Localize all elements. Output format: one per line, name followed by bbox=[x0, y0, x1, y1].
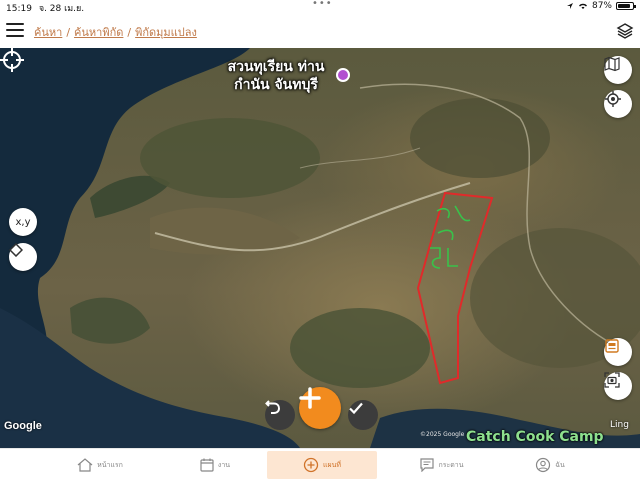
check-icon bbox=[349, 402, 363, 415]
nav-home-label: หน้าแรก bbox=[97, 460, 123, 469]
nav-map[interactable]: แผนที่ bbox=[267, 451, 377, 479]
breadcrumb-separator: / bbox=[127, 26, 132, 39]
breadcrumb: ค้นหา / ค้นหาพิกัด / พิกัดมุมแปลง bbox=[34, 23, 197, 41]
compass-button[interactable] bbox=[9, 243, 37, 271]
crosshair-location-icon bbox=[605, 91, 621, 107]
breadcrumb-separator: / bbox=[66, 26, 71, 39]
status-time: 15:19 bbox=[6, 4, 32, 14]
nav-board-label: กระดาน bbox=[438, 460, 464, 469]
coordinate-input-button[interactable]: x,y bbox=[9, 208, 37, 236]
status-bar: 15:19 จ. 28 เม.ย. ••• 87% bbox=[0, 0, 640, 14]
google-logo: Google bbox=[4, 420, 42, 432]
nav-tasks[interactable]: งาน bbox=[190, 451, 240, 479]
calendar-icon bbox=[200, 458, 214, 472]
place-label: สวนทุเรียน ท่าน กำนัน จันทบุรี bbox=[216, 58, 336, 94]
nav-me-label: ฉัน bbox=[555, 460, 565, 469]
place-pin-icon[interactable] bbox=[336, 68, 350, 82]
bottom-navigation: หน้าแรก งาน แผนที่ กระดาน ฉัน bbox=[0, 448, 640, 480]
poi-label-partial: Ling bbox=[610, 420, 629, 430]
undo-button[interactable] bbox=[265, 400, 295, 430]
breadcrumb-search-coordinates[interactable]: ค้นหาพิกัด bbox=[74, 26, 123, 39]
status-date: จ. 28 เม.ย. bbox=[38, 4, 85, 14]
battery-level bbox=[618, 4, 630, 8]
nav-me[interactable]: ฉัน bbox=[530, 451, 570, 479]
home-icon bbox=[77, 458, 93, 472]
top-bar: ค้นหา / ค้นหาพิกัด / พิกัดมุมแปลง bbox=[0, 14, 640, 48]
nav-home[interactable]: หน้าแรก bbox=[70, 451, 130, 479]
place-label-line1: สวนทุเรียน ท่าน bbox=[227, 59, 325, 75]
nav-tasks-label: งาน bbox=[217, 460, 231, 469]
plus-circle-icon bbox=[303, 457, 319, 473]
undo-icon bbox=[265, 400, 281, 414]
hamburger-menu-icon[interactable] bbox=[6, 23, 24, 39]
nav-board[interactable]: กระดาน bbox=[412, 451, 472, 479]
place-label-line2: กำนัน จันทบุรี bbox=[234, 77, 318, 93]
my-location-button[interactable] bbox=[604, 90, 632, 118]
battery-percent: 87% bbox=[591, 1, 612, 11]
multitask-dots[interactable]: ••• bbox=[312, 0, 333, 9]
wifi-icon bbox=[578, 3, 587, 9]
map-center-crosshair-icon bbox=[0, 48, 24, 72]
layers-icon[interactable] bbox=[616, 22, 634, 40]
confirm-button[interactable] bbox=[348, 400, 378, 430]
location-icon bbox=[566, 3, 573, 9]
plus-icon bbox=[299, 387, 321, 409]
status-indicators: 87% bbox=[566, 1, 636, 11]
map-copyright: ©2025 Google bbox=[420, 431, 465, 438]
breadcrumb-search[interactable]: ค้นหา bbox=[34, 26, 62, 39]
app-window: 15:19 จ. 28 เม.ย. ••• 87% ค้นหา / ค้นหาพิก… bbox=[0, 0, 640, 480]
camera-frame-icon bbox=[604, 372, 620, 388]
message-icon bbox=[420, 458, 435, 472]
battery-icon bbox=[616, 2, 636, 10]
add-point-button[interactable] bbox=[299, 387, 341, 429]
screenshot-button[interactable] bbox=[604, 372, 632, 400]
status-time-date: 15:19 จ. 28 เม.ย. bbox=[6, 1, 88, 15]
breadcrumb-corner-coordinates[interactable]: พิกัดมุมแปลง bbox=[135, 26, 197, 39]
user-icon bbox=[536, 457, 551, 473]
map-icon bbox=[604, 56, 620, 72]
poi-label: Catch Cook Camp bbox=[466, 429, 604, 445]
map-type-button[interactable] bbox=[604, 56, 632, 84]
diamond-icon bbox=[9, 243, 23, 257]
document-card-icon bbox=[605, 339, 619, 353]
nav-map-label: แผนที่ bbox=[322, 460, 341, 469]
parcel-card-button[interactable] bbox=[604, 338, 632, 366]
satellite-map[interactable]: สวนทุเรียน ท่าน กำนัน จันทบุรี x,y Googl… bbox=[0, 48, 640, 448]
